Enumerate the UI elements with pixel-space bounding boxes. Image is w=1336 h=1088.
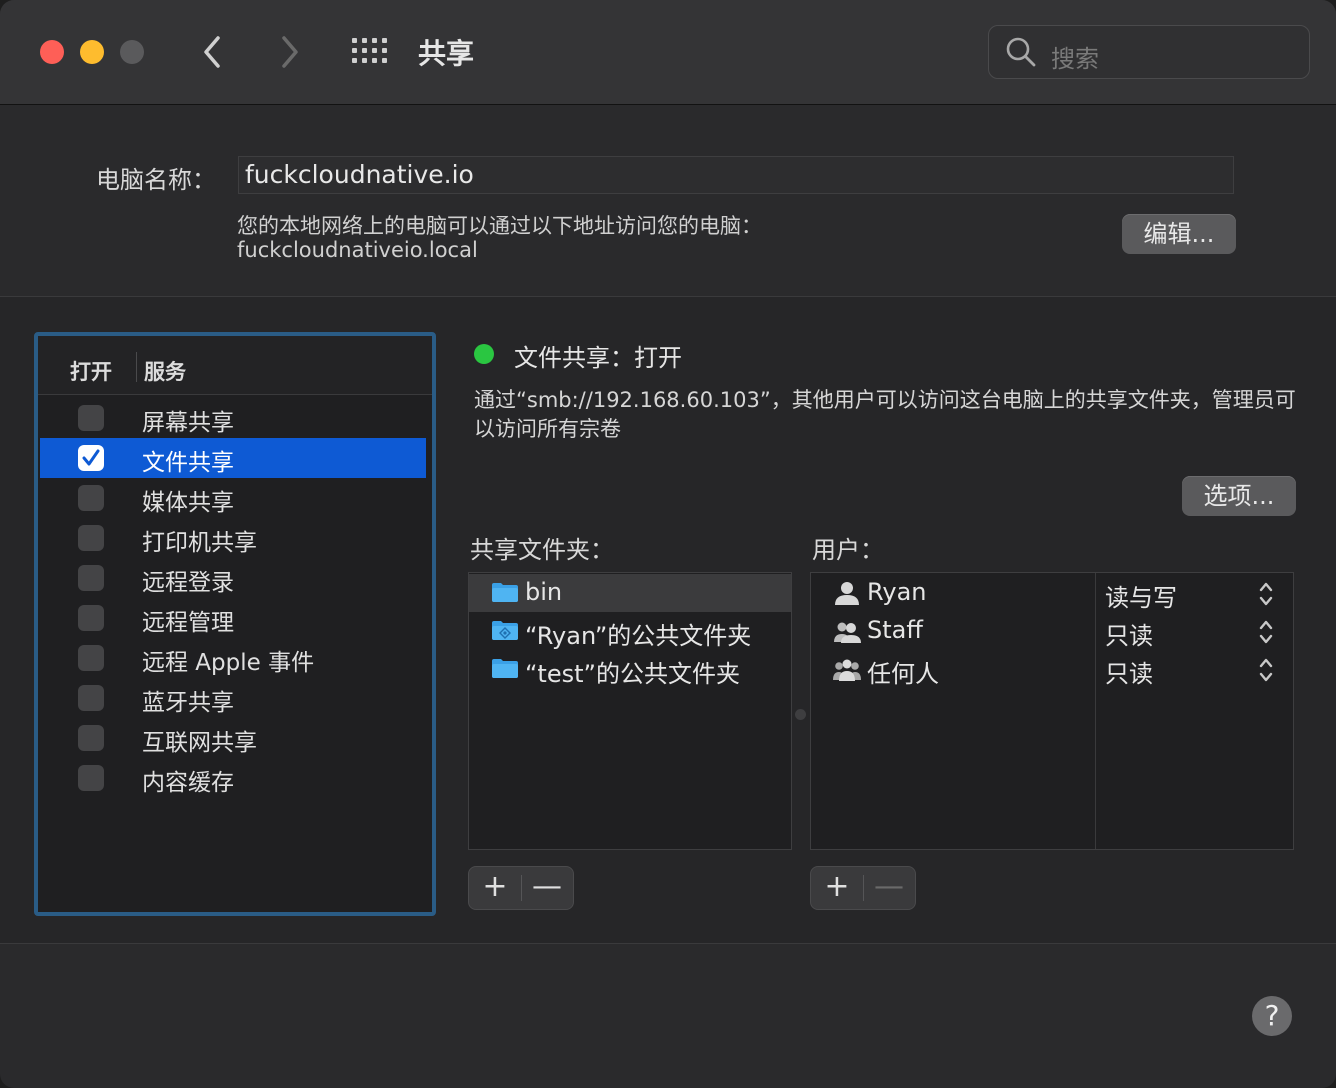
service-row[interactable]: 文件共享 (40, 438, 426, 478)
user-row[interactable]: 任何人 只读 (811, 650, 1293, 688)
user-icon (833, 580, 861, 606)
folders-add-remove: + — (468, 866, 574, 910)
help-button[interactable]: ? (1252, 996, 1292, 1036)
service-checkbox[interactable] (78, 525, 104, 551)
folder-icon (491, 581, 519, 603)
service-list[interactable]: 打开 服务 屏幕共享文件共享媒体共享打印机共享远程登录远程管理远程 Apple … (34, 332, 436, 916)
service-row[interactable]: 内容缓存 (40, 758, 426, 798)
users-list[interactable]: Ryan 读与写 Staff 只读 任何人 只读 (810, 572, 1294, 850)
stepper-chevrons-icon (1259, 582, 1273, 606)
permission-popup[interactable]: 读与写 (1105, 578, 1177, 613)
add-user-button[interactable]: + (811, 867, 863, 909)
group-icon (833, 618, 861, 644)
service-row[interactable]: 蓝牙共享 (40, 678, 426, 718)
search-placeholder: 搜索 (1051, 45, 1099, 73)
chevron-left-icon (204, 36, 220, 68)
user-name: Ryan (867, 578, 927, 606)
sharing-window: 共享 搜索 电脑名称： fuckcloudnative.io 您的本地网络上的电… (0, 0, 1336, 1088)
service-list-header: 打开 服务 (38, 336, 432, 395)
service-label: 蓝牙共享 (142, 690, 234, 716)
computer-name-input[interactable]: fuckcloudnative.io (238, 156, 1234, 194)
service-row[interactable]: 远程登录 (40, 558, 426, 598)
users-label: 用户： (812, 536, 884, 564)
permission-stepper[interactable] (1257, 618, 1275, 646)
user-row[interactable]: Staff 只读 (811, 612, 1293, 650)
permission-stepper[interactable] (1257, 580, 1275, 608)
shared-folder-label: “Ryan”的公共文件夹 (525, 622, 752, 650)
service-label: 文件共享 (142, 450, 234, 476)
show-all-grid-icon[interactable] (352, 38, 388, 66)
chevron-right-icon (282, 36, 298, 68)
permission-popup[interactable]: 只读 (1105, 616, 1153, 651)
public-folder-icon (491, 619, 519, 641)
stepper-chevrons-icon (1259, 658, 1273, 682)
permission-stepper[interactable] (1257, 656, 1275, 684)
service-row[interactable]: 互联网共享 (40, 718, 426, 758)
service-checkbox[interactable] (78, 485, 104, 511)
service-row[interactable]: 屏幕共享 (40, 398, 426, 438)
column-header-service[interactable]: 服务 (144, 356, 186, 386)
search-icon (1006, 37, 1036, 67)
service-checkbox[interactable] (78, 565, 104, 591)
service-label: 远程 Apple 事件 (142, 650, 315, 676)
search-field[interactable]: 搜索 (988, 25, 1310, 79)
users-add-remove: + — (810, 866, 916, 910)
remove-folder-button[interactable]: — (521, 867, 573, 909)
service-row[interactable]: 远程 Apple 事件 (40, 638, 426, 678)
service-checkbox[interactable] (78, 685, 104, 711)
everyone-icon (833, 656, 861, 682)
service-checkbox[interactable] (78, 765, 104, 791)
title-bar: 共享 搜索 (0, 0, 1336, 105)
window-title: 共享 (418, 37, 475, 70)
close-button[interactable] (40, 40, 64, 64)
options-button[interactable]: 选项... (1182, 476, 1296, 516)
service-checkbox[interactable] (78, 725, 104, 751)
minimize-button[interactable] (80, 40, 104, 64)
split-view-handle[interactable] (795, 709, 806, 720)
edit-button[interactable]: 编辑... (1122, 214, 1236, 254)
shared-folder-row[interactable]: bin (469, 574, 791, 612)
user-row[interactable]: Ryan 读与写 (811, 574, 1293, 612)
service-label: 屏幕共享 (142, 410, 234, 436)
shared-folders-label: 共享文件夹： (470, 536, 614, 564)
user-name: Staff (867, 616, 923, 644)
service-checkbox[interactable] (78, 445, 104, 471)
service-checkbox[interactable] (78, 605, 104, 631)
shared-folder-label: “test”的公共文件夹 (525, 660, 740, 688)
service-label: 内容缓存 (142, 770, 234, 796)
add-folder-button[interactable]: + (469, 867, 521, 909)
permission-popup[interactable]: 只读 (1105, 654, 1153, 689)
service-row[interactable]: 远程管理 (40, 598, 426, 638)
column-header-on[interactable]: 打开 (70, 356, 112, 386)
service-label: 媒体共享 (142, 490, 234, 516)
user-name: 任何人 (867, 660, 939, 688)
local-address: fuckcloudnativeio.local (237, 238, 478, 262)
service-checkbox[interactable] (78, 405, 104, 431)
zoom-button[interactable] (120, 40, 144, 64)
address-description: 您的本地网络上的电脑可以通过以下地址访问您的电脑： (237, 214, 762, 238)
service-label: 互联网共享 (142, 730, 257, 756)
folder-icon (491, 657, 519, 679)
back-button[interactable] (194, 30, 234, 74)
checkmark-icon (82, 449, 100, 466)
shared-folder-row[interactable]: “Ryan”的公共文件夹 (469, 612, 791, 650)
service-label: 远程管理 (142, 610, 234, 636)
service-label: 远程登录 (142, 570, 234, 596)
remove-user-button[interactable]: — (863, 867, 915, 909)
service-row[interactable]: 打印机共享 (40, 518, 426, 558)
shared-folder-row[interactable]: “test”的公共文件夹 (469, 650, 791, 688)
column-divider (136, 352, 137, 382)
shared-folders-list[interactable]: bin “Ryan”的公共文件夹 “test”的公共文件夹 (468, 572, 792, 850)
service-checkbox[interactable] (78, 645, 104, 671)
status-indicator (474, 344, 494, 364)
computer-name-label: 电脑名称： (96, 166, 216, 194)
forward-button[interactable] (268, 30, 308, 74)
shared-folder-label: bin (525, 578, 563, 606)
status-text: 文件共享：打开 (514, 344, 682, 372)
service-row[interactable]: 媒体共享 (40, 478, 426, 518)
service-label: 打印机共享 (142, 530, 257, 556)
service-description: 通过“smb://192.168.60.103”，其他用户可以访问这台电脑上的共… (474, 388, 1296, 441)
stepper-chevrons-icon (1259, 620, 1273, 644)
